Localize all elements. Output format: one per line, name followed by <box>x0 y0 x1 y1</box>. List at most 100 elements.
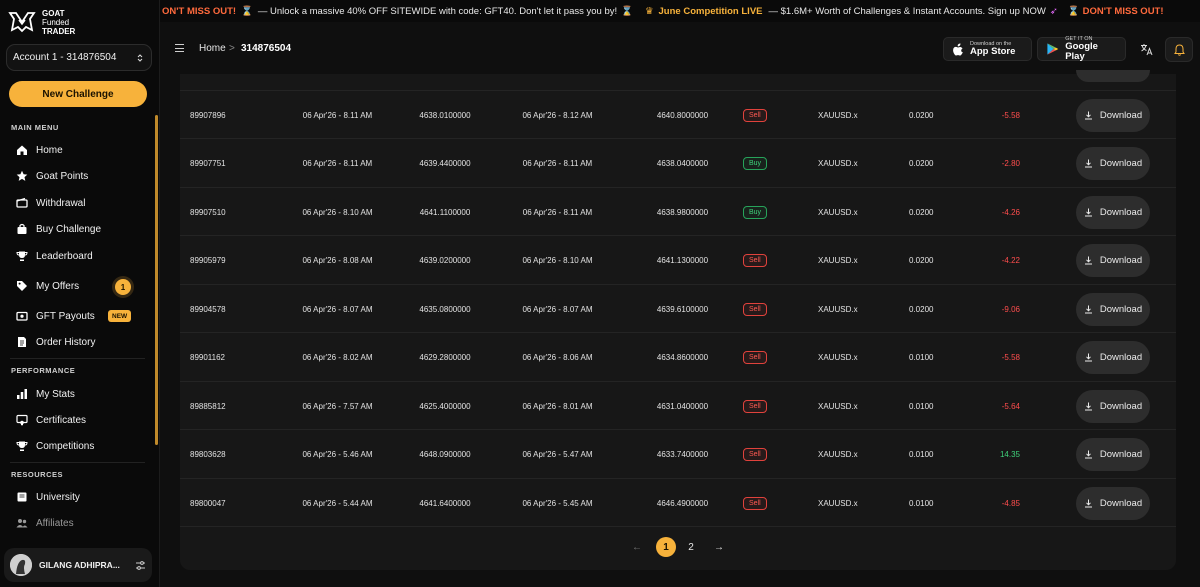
close-time: 06 Apr'26 - 8.07 AM <box>522 304 593 314</box>
close-time: 06 Apr'26 - 8.06 AM <box>522 353 593 362</box>
trade-id: 89800047 <box>190 498 226 508</box>
sidebar-item-leaderboard[interactable]: Leaderboard <box>16 247 93 265</box>
brand-logo[interactable]: GOAT Funded TRADER <box>8 8 75 36</box>
sidebar-item-my-offers[interactable]: My Offers <box>16 277 79 295</box>
chevron-updown-icon <box>137 53 143 62</box>
download-button[interactable]: Download <box>1076 244 1150 277</box>
trade-type-badge: Buy <box>743 157 768 170</box>
banner-segment: ON'T MISS OUT! <box>162 5 237 17</box>
download-button[interactable]: Download <box>1076 389 1150 423</box>
banner-segment: — Unlock a massive 40% OFF SITEWIDE with… <box>257 5 618 17</box>
brand-name: GOAT Funded TRADER <box>42 8 76 36</box>
table-row: 89885812 06 Apr'26 - 7.57 AM 4625.4000000 0… <box>180 382 1176 430</box>
notification-bell-icon[interactable] <box>1165 37 1193 62</box>
sidebar-item-affiliates[interactable]: Affiliates <box>16 514 74 532</box>
apple-icon <box>953 42 963 56</box>
download-label: Download <box>1099 158 1143 169</box>
sidebar-item-competitions[interactable]: Competitions <box>16 437 94 455</box>
symbol: XAUUSD.x <box>818 450 858 459</box>
translate-icon[interactable] <box>1132 37 1160 62</box>
sidebar-item-withdrawal[interactable]: Withdrawal <box>16 194 85 212</box>
profit-loss: -9.06 <box>1001 304 1020 314</box>
download-button[interactable]: Download <box>1076 486 1150 520</box>
sidebar-item-buy-challenge[interactable]: Buy Challenge <box>16 220 101 238</box>
account-select[interactable]: Account 1 - 314876504 <box>6 44 152 71</box>
download-button[interactable]: Download <box>1076 292 1150 326</box>
google-play-button[interactable]: GET IT ON Google Play <box>1037 36 1126 62</box>
download-icon <box>1084 111 1092 119</box>
download-button[interactable]: Download <box>1076 98 1150 132</box>
breadcrumb-home[interactable]: Home <box>199 43 226 54</box>
download-label: Download <box>1099 400 1143 412</box>
user-profile-card[interactable]: GILANG ADHIPRA... <box>4 548 152 582</box>
volume: 0.0200 <box>909 304 934 314</box>
sidebar-item-order-history[interactable]: Order History <box>16 333 95 351</box>
trade-type-badge: Sell <box>743 351 767 364</box>
profit-loss: -5.64 <box>1001 401 1020 411</box>
close-time: 06 Apr'26 - 8.11 AM <box>522 207 593 217</box>
banner-segment: June Competition LIVE <box>658 5 763 17</box>
open-price: 4641.6400000 <box>419 498 471 508</box>
close-price: 4639.6100000 <box>656 304 709 314</box>
payout-icon <box>16 311 28 321</box>
close-price: 4633.7400000 <box>656 450 709 459</box>
download-icon <box>1084 450 1092 459</box>
sidebar-item-university[interactable]: University <box>16 488 80 506</box>
download-icon <box>1084 208 1092 216</box>
profit-loss: -5.58 <box>1001 353 1020 362</box>
download-icon <box>1084 305 1092 313</box>
open-time: 06 Apr'26 - 8.07 AM <box>302 304 373 314</box>
new-challenge-button[interactable]: New Challenge <box>9 81 147 107</box>
close-time: 06 Apr'26 - 8.11 AM <box>522 159 593 168</box>
pagination-next-arrow[interactable]: → <box>709 537 729 557</box>
close-time: 06 Apr'26 - 8.12 AM <box>522 110 593 120</box>
profit-loss: -4.22 <box>1001 256 1020 265</box>
menu-toggle-icon[interactable] <box>175 44 184 52</box>
download-label: Download <box>1099 497 1143 509</box>
download-button[interactable]: Download <box>1076 341 1150 374</box>
download-button[interactable]: Download <box>1076 147 1150 180</box>
promo-banner[interactable]: ON'T MISS OUT! ⌛ — Unlock a massive 40% … <box>160 0 1200 22</box>
tag-icon <box>17 281 27 291</box>
trade-id: 89904578 <box>190 304 226 314</box>
sidebar-item-my-stats[interactable]: My Stats <box>16 385 75 403</box>
open-price: 4641.1100000 <box>419 207 471 217</box>
sidebar-scrollbar[interactable] <box>155 115 158 445</box>
trophy-icon: ♛ <box>644 5 654 17</box>
close-time: 06 Apr'26 - 5.45 AM <box>522 498 593 508</box>
top-header: Home > 314876504 Download on the App Sto… <box>160 22 1200 74</box>
sidebar-item-certificates[interactable]: Certificates <box>16 411 86 429</box>
sidebar-item-gft-payouts[interactable]: GFT Payouts <box>16 307 95 325</box>
breadcrumb-separator: > <box>229 43 235 54</box>
trade-type-badge: Sell <box>743 448 767 461</box>
symbol: XAUUSD.x <box>818 159 858 168</box>
sidebar-item-home[interactable]: Home <box>16 141 63 159</box>
settings-sliders-icon[interactable] <box>135 560 146 571</box>
download-label: Download <box>1099 255 1143 266</box>
sidebar-item-goat-points[interactable]: Goat Points <box>16 167 88 185</box>
close-price: 4631.0400000 <box>656 401 709 411</box>
volume: 0.0200 <box>909 159 934 168</box>
pagination-page-2[interactable]: 2 <box>681 537 701 557</box>
close-price: 4638.9800000 <box>656 207 709 217</box>
pagination-page-1[interactable]: 1 <box>656 537 676 557</box>
trade-id: 89885812 <box>190 401 226 411</box>
table-row-partial <box>180 74 1176 91</box>
hourglass-icon: ⌛ <box>1067 5 1080 17</box>
open-price: 4638.0100000 <box>419 110 471 120</box>
wallet-icon <box>16 197 28 208</box>
bar-chart-icon <box>17 389 27 399</box>
open-time: 06 Apr'26 - 8.08 AM <box>302 256 373 265</box>
home-icon <box>17 145 27 155</box>
download-button[interactable]: Download <box>1076 438 1150 471</box>
trade-type-badge: Buy <box>743 205 768 219</box>
download-label: Download <box>1099 109 1143 121</box>
volume: 0.0100 <box>909 353 934 362</box>
pagination-prev-arrow[interactable]: ← <box>627 537 647 557</box>
app-store-button[interactable]: Download on the App Store <box>943 37 1032 61</box>
trophy-icon <box>16 251 28 261</box>
close-price: 4638.0400000 <box>656 159 709 168</box>
symbol: XAUUSD.x <box>818 304 858 314</box>
trade-id: 89907510 <box>190 207 226 217</box>
download-button[interactable]: Download <box>1076 195 1150 229</box>
